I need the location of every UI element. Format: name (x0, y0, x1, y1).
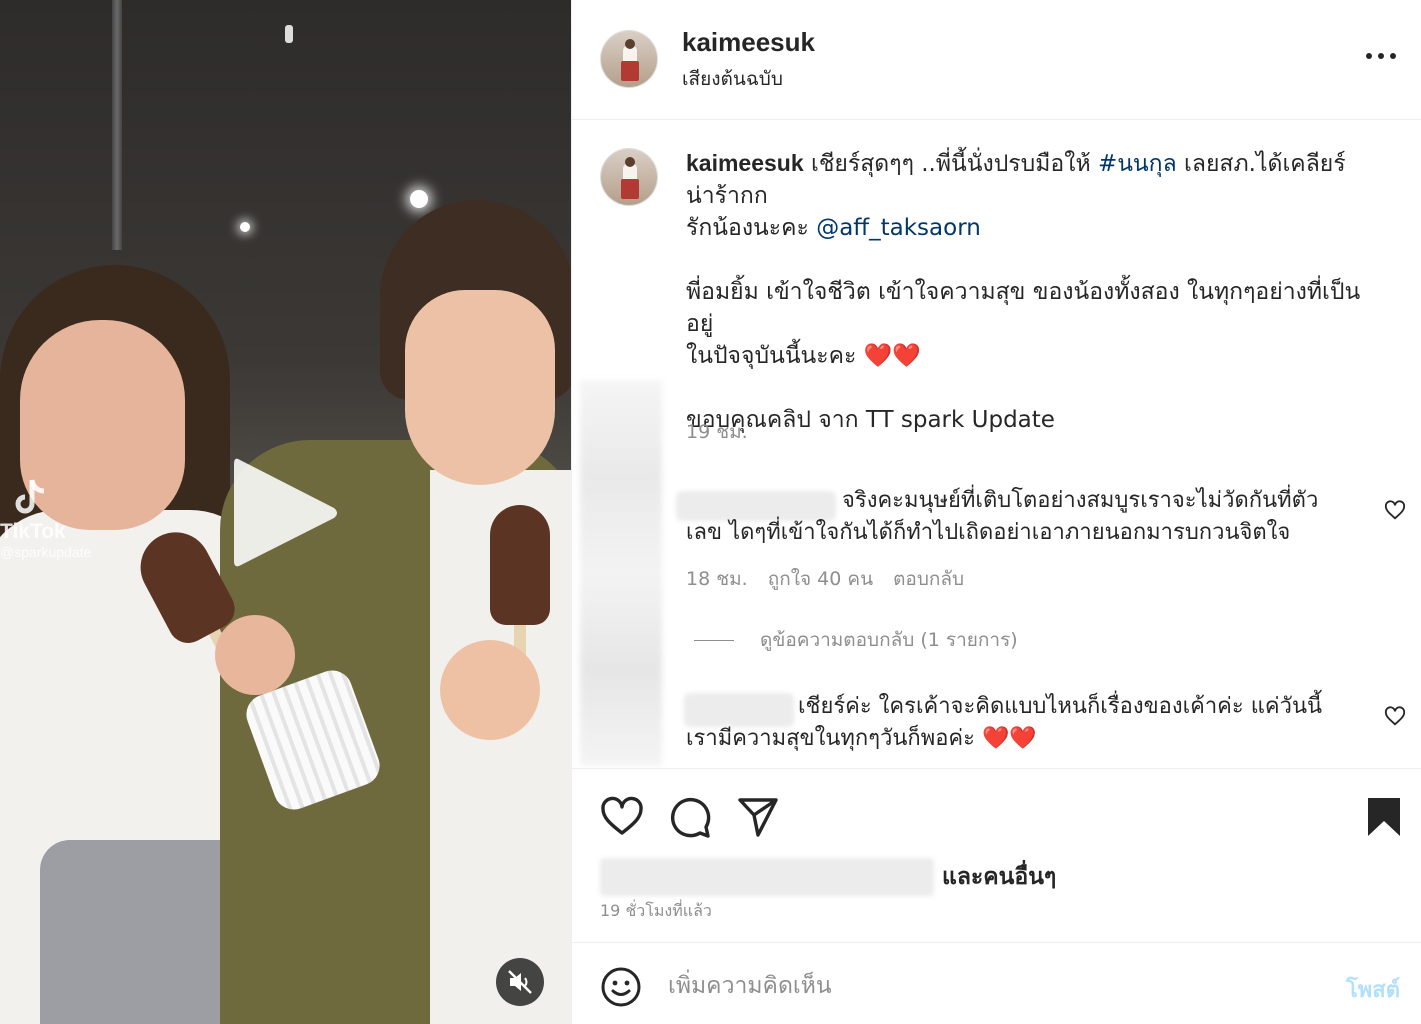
view-replies-label: ดูข้อความตอบกลับ (1 รายการ) (760, 629, 1018, 651)
speaker-muted-icon (508, 970, 532, 994)
play-icon[interactable] (226, 450, 346, 575)
divider (694, 639, 734, 641)
caption-text: เลยสภ.ได้เคลียร์ (1176, 151, 1346, 177)
caption-username[interactable]: kaimeesuk (686, 150, 804, 176)
background-pole (112, 0, 122, 250)
bookmark-filled-icon[interactable] (1362, 795, 1406, 839)
audio-label[interactable]: เสียงต้นฉบับ (682, 64, 783, 94)
more-options-icon[interactable] (1366, 46, 1396, 66)
mute-button[interactable] (496, 958, 544, 1006)
post-header: kaimeesuk เสียงต้นฉบับ (572, 0, 1421, 120)
comment-text: จริงคะมนุษย์ที่เติบโตอย่างสมบูรเราจะไม่ว… (842, 488, 1319, 513)
comment-heart-icon[interactable] (1384, 705, 1406, 727)
hand (440, 640, 540, 740)
caption-text: น่าร้ากก (686, 183, 768, 209)
comment-text: เรามีความสุขในทุกๆวันก็พอค่ะ ❤️❤️ (686, 726, 1037, 751)
post-timestamp: 19 ชั่วโมงที่แล้ว (600, 901, 712, 920)
author-avatar[interactable] (600, 30, 658, 88)
caption-avatar[interactable] (600, 148, 658, 206)
comment-likes[interactable]: ถูกใจ 40 คน (768, 564, 873, 594)
comment-text: เลข ไดๆที่เข้าใจกันได้ก็ทำไปเถิดอย่าเอาภ… (686, 520, 1291, 545)
caption-text: พี่อมยิ้ม เข้าใจชีวิต เข้าใจความสุข ของน… (686, 279, 1361, 337)
hashtag-link[interactable]: #นนกุล (1098, 151, 1177, 177)
comment-input[interactable] (668, 964, 1308, 1008)
comment-time: 18 ชม. (686, 568, 748, 590)
comment-meta: 18 ชม. ถูกใจ 40 คน ตอบกลับ (686, 564, 964, 594)
comment-bubble-icon[interactable] (668, 795, 712, 839)
smiley-icon[interactable] (600, 966, 642, 1008)
tiktok-logo-icon (15, 479, 45, 514)
view-replies-button[interactable]: ดูข้อความตอบกลับ (1 รายการ) (694, 625, 1018, 655)
reply-button[interactable]: ตอบกลับ (893, 564, 964, 594)
background-light (285, 25, 293, 43)
mention-link[interactable]: @aff_taksaorn (816, 215, 981, 241)
ice-cream-bar (490, 505, 550, 625)
paper-plane-icon[interactable] (736, 795, 780, 839)
person-right-face (405, 290, 555, 485)
background-sparkle (410, 190, 428, 208)
blurred-likers (600, 858, 934, 896)
caption-time: 19 ชม. (686, 421, 748, 443)
background-sparkle (240, 222, 250, 232)
likes-summary[interactable]: และคนอื่นๆ (600, 857, 1056, 897)
comment-heart-icon[interactable] (1384, 499, 1406, 521)
caption-text: ในปัจจุบันนี้นะคะ ❤️❤️ (686, 343, 921, 369)
watermark-handle: @sparkupdate (0, 544, 92, 560)
caption-text: รักน้องนะคะ (686, 215, 817, 241)
hand (215, 615, 295, 695)
comments-section[interactable]: kaimeesuk เชียร์สุดๆๆ ..พี่นี้นั่งปรบมือ… (572, 121, 1421, 768)
blurred-username (684, 693, 794, 727)
post-caption: kaimeesuk เชียร์สุดๆๆ ..พี่นี้นั่งปรบมือ… (686, 147, 1386, 436)
post-actions: และคนอื่นๆ 19 ชั่วโมงที่แล้ว (572, 768, 1421, 943)
author-username[interactable]: kaimeesuk (682, 27, 815, 58)
watermark-brand: TikTok (0, 520, 66, 543)
add-comment-bar: โพสต์ (572, 944, 1421, 1024)
video-player[interactable]: TikTok @sparkupdate (0, 0, 571, 1024)
comment-text: เชียร์ค่ะ ใครเค้าจะคิดแบบไหนก็เรื่องของเ… (798, 694, 1323, 719)
caption-text: ขอบคุณคลิป จาก TT spark Update (686, 407, 1055, 433)
likes-others[interactable]: และคนอื่นๆ (942, 859, 1056, 895)
caption-text: เชียร์สุดๆๆ ..พี่นี้นั่งปรบมือให้ (803, 151, 1098, 177)
blurred-avatars (580, 380, 662, 766)
post-panel: kaimeesuk เสียงต้นฉบับ kaimeesuk เชียร์ส… (571, 0, 1421, 1024)
post-button[interactable]: โพสต์ (1346, 972, 1400, 1007)
heart-icon[interactable] (600, 795, 644, 839)
